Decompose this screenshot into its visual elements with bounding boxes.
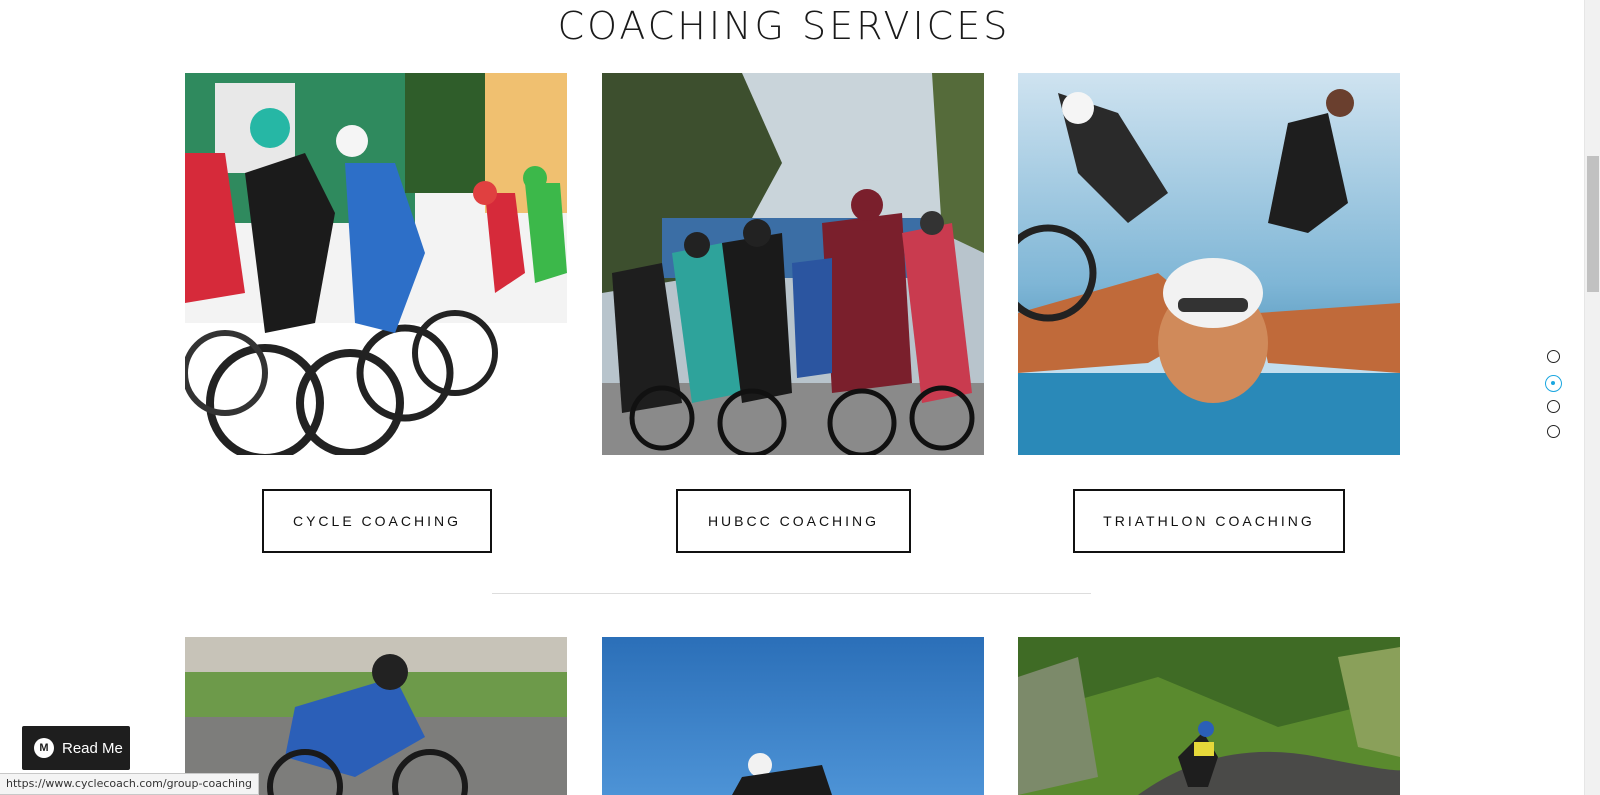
cycle-coaching-image[interactable]	[185, 73, 567, 455]
mountain-road-image[interactable]	[1018, 637, 1400, 795]
medium-logo-icon: M	[34, 738, 54, 758]
status-bar-url: https://www.cyclecoach.com/group-coachin…	[0, 773, 260, 795]
triathlon-coaching-image[interactable]	[1018, 73, 1400, 455]
hubcc-coaching-image[interactable]	[602, 73, 984, 455]
nav-dot-1[interactable]	[1547, 350, 1560, 363]
read-me-label: Read Me	[62, 739, 123, 757]
section-dot-nav	[1545, 350, 1563, 450]
section-divider	[492, 593, 1091, 594]
nav-dot-2-active[interactable]	[1545, 375, 1562, 392]
time-trial-image[interactable]	[602, 637, 984, 795]
scrollbar-thumb[interactable]	[1587, 156, 1599, 292]
page-scrollbar[interactable]	[1584, 0, 1600, 795]
road-cyclist-image[interactable]	[185, 637, 567, 795]
page-title: COACHING SERVICES	[557, 4, 1011, 48]
read-me-button[interactable]: M Read Me	[22, 726, 130, 770]
hubcc-coaching-button[interactable]: HUBCC COACHING	[676, 489, 911, 553]
cycle-coaching-button[interactable]: CYCLE COACHING	[262, 489, 492, 553]
nav-dot-4[interactable]	[1547, 425, 1560, 438]
nav-dot-3[interactable]	[1547, 400, 1560, 413]
triathlon-coaching-button[interactable]: TRIATHLON COACHING	[1073, 489, 1345, 553]
